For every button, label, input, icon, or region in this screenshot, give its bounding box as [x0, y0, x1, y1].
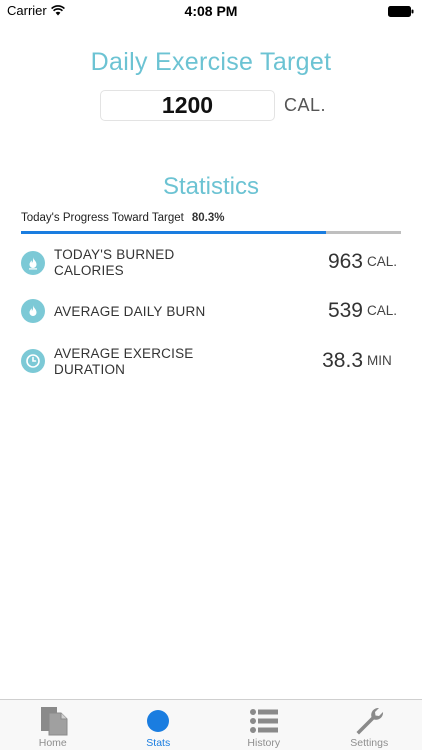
progress-row: Today's Progress Toward Target 80.3%	[21, 212, 224, 224]
stat-unit: CAL.	[367, 254, 398, 269]
tab-stats[interactable]: Stats	[106, 700, 212, 750]
stat-label: AVERAGE EXERCISE DURATION	[54, 346, 194, 377]
wrench-icon	[356, 707, 384, 735]
status-time: 4:08 PM	[184, 3, 238, 19]
tab-history[interactable]: History	[211, 700, 317, 750]
stat-label: TODAY'S BURNED CALORIES	[54, 247, 175, 278]
stats-dot-icon	[147, 710, 170, 732]
statistics-title: Statistics	[162, 173, 260, 200]
tab-label: History	[247, 737, 281, 749]
battery-icon	[388, 6, 414, 17]
tab-label: Settings	[350, 737, 389, 749]
stat-value: 963	[327, 250, 363, 273]
progress-bar	[21, 231, 401, 234]
tab-bar: Home Stats History Settings	[0, 699, 422, 750]
target-calories-input[interactable]	[100, 90, 275, 121]
home-document-icon	[40, 707, 68, 736]
tab-settings[interactable]: Settings	[317, 700, 422, 750]
stat-label: AVERAGE DAILY BURN	[54, 304, 206, 319]
flame-icon	[21, 299, 45, 323]
progress-bar-fill	[21, 231, 327, 234]
tab-home[interactable]: Home	[0, 700, 106, 750]
stat-row-average-duration: AVERAGE EXERCISE DURATION 38.3 MIN	[21, 341, 401, 381]
tab-label: Home	[38, 737, 67, 749]
tab-label: Stats	[146, 737, 171, 749]
clock-icon	[21, 349, 45, 373]
stat-value: 38.3	[322, 349, 363, 372]
status-bar: Carrier 4:08 PM	[0, 0, 422, 22]
progress-value: 80.3%	[191, 212, 225, 224]
target-title: Daily Exercise Target	[90, 48, 332, 76]
stat-unit: CAL.	[367, 303, 398, 318]
stat-row-burned-calories: TODAY'S BURNED CALORIES 963 CAL.	[21, 243, 401, 283]
stat-value: 539	[327, 299, 363, 322]
stat-unit: MIN	[367, 353, 392, 368]
stat-row-average-daily-burn: AVERAGE DAILY BURN 539 CAL.	[21, 291, 401, 331]
flame-icon	[21, 251, 45, 275]
progress-label: Today's Progress Toward Target	[21, 212, 184, 224]
target-unit: CAL.	[284, 95, 327, 115]
list-icon	[249, 709, 278, 733]
